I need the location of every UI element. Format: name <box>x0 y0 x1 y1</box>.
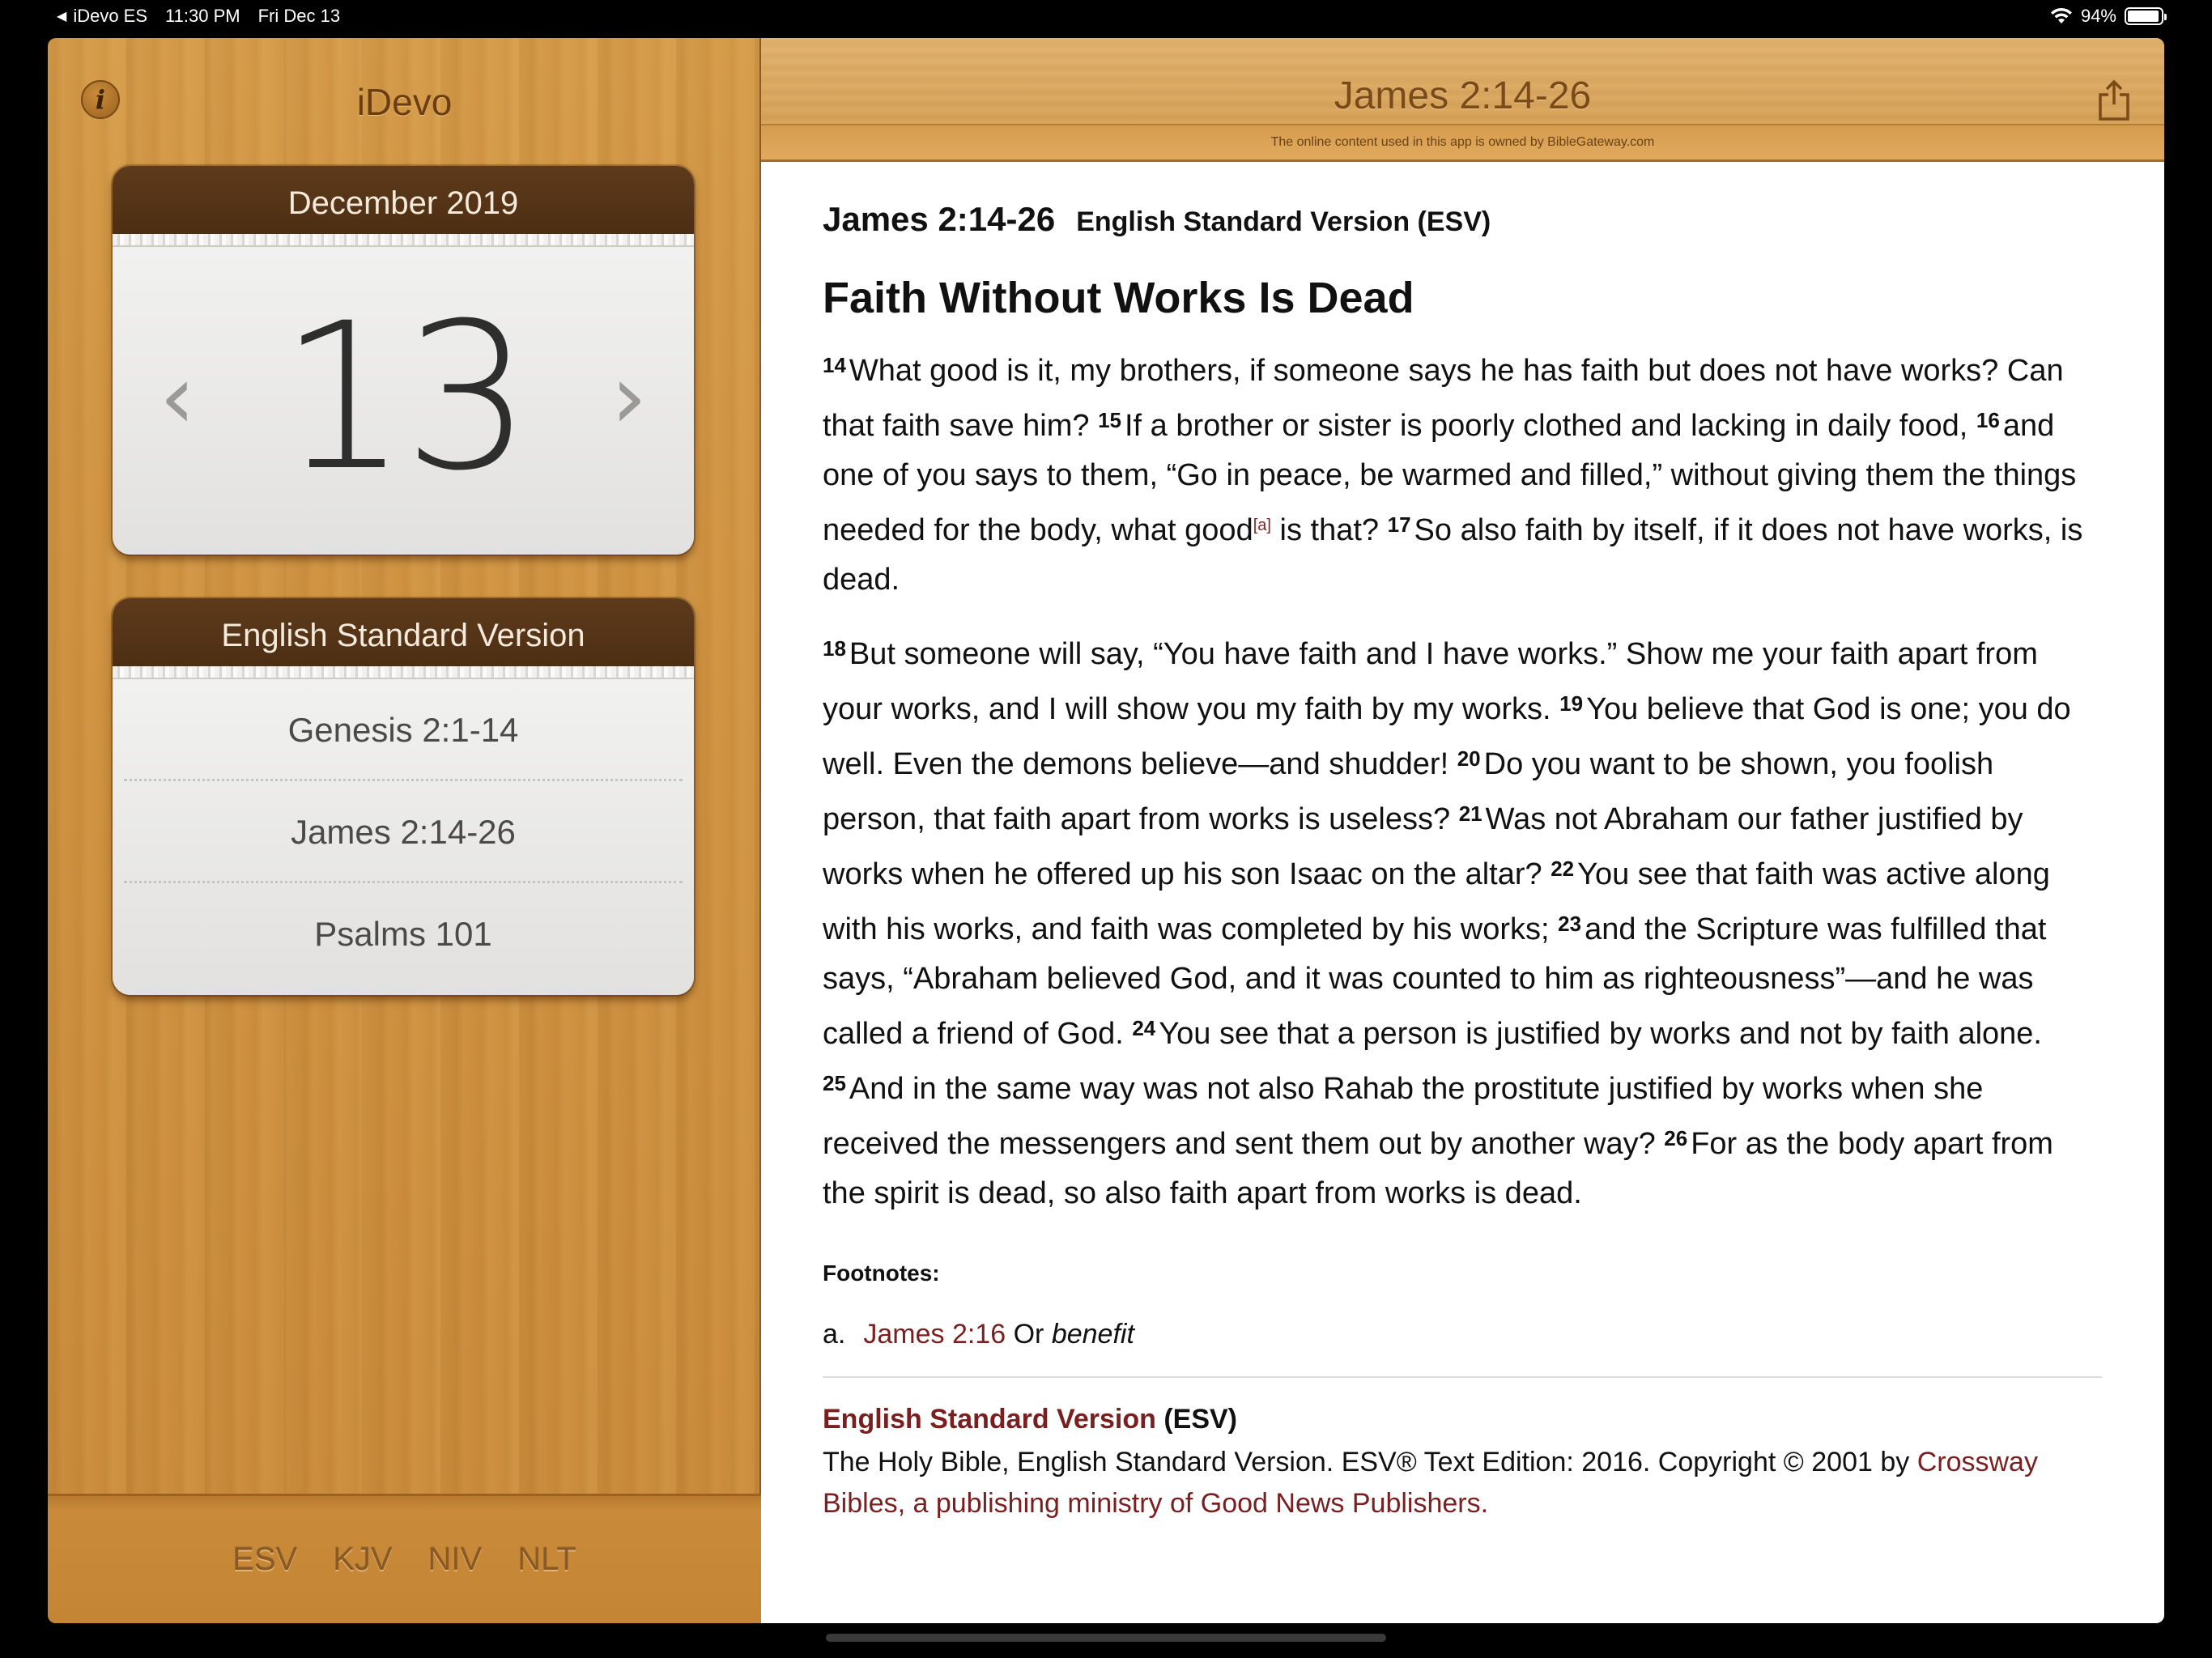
calendar-card: December 2019 ‹ 13 › <box>113 166 694 555</box>
verse-number: 14 <box>823 353 846 377</box>
verse-number: 26 <box>1664 1126 1688 1150</box>
sidebar: i iDevo December 2019 ‹ 13 › English Sta… <box>48 38 761 1623</box>
verse-number: 22 <box>1551 857 1575 881</box>
divider <box>823 1376 2102 1378</box>
verse-number: 21 <box>1458 801 1482 826</box>
nav-bar: James 2:14-26 The online content used in… <box>761 38 2164 162</box>
footnote-ref-link[interactable]: [a] <box>1253 517 1271 534</box>
reading-item-james[interactable]: James 2:14-26 <box>124 781 683 883</box>
version-bar: ESV KJV NIV NLT <box>48 1494 761 1623</box>
footnote-italic-text: benefit <box>1051 1319 1134 1350</box>
footnote-item: a. James 2:16 Or benefit <box>823 1319 2102 1350</box>
paragraph: 14 What good is it, my brothers, if someo… <box>823 341 2102 605</box>
back-app-link[interactable]: iDevo ES <box>73 6 147 28</box>
next-day-chevron-icon[interactable]: › <box>601 352 657 441</box>
footnote-text: Or <box>1013 1319 1044 1350</box>
status-date: Fri Dec 13 <box>257 6 341 26</box>
nav-title: James 2:14-26 <box>1334 74 1592 117</box>
verse-text: If a brother or sister is poorly clothed… <box>1125 409 1968 443</box>
footnotes-label: Footnotes: <box>823 1261 940 1286</box>
app-window: i iDevo December 2019 ‹ 13 › English Sta… <box>48 38 2164 1623</box>
passage-reference: James 2:14-26 <box>823 200 1056 238</box>
version-nlt-button[interactable]: NLT <box>517 1541 576 1578</box>
readings-card: English Standard Version Genesis 2:1-14 … <box>113 598 694 995</box>
copyright-title: English Standard Version (ESV) <box>823 1404 2102 1435</box>
passage-version: English Standard Version (ESV) <box>1076 206 1491 237</box>
footnote-verse-link[interactable]: James 2:16 <box>863 1319 1006 1350</box>
version-abbr: (ESV) <box>1163 1404 1238 1435</box>
passage-content: James 2:14-26 English Standard Version (… <box>823 200 2102 1524</box>
reading-item-genesis[interactable]: Genesis 2:1-14 <box>124 679 683 781</box>
version-link[interactable]: English Standard Version <box>823 1404 1156 1435</box>
verse-number: 17 <box>1387 512 1411 537</box>
verse-number: 23 <box>1558 912 1582 936</box>
copyright-text: The Holy Bible, English Standard Version… <box>823 1442 2102 1524</box>
verse-text: is that? <box>1279 513 1380 547</box>
readings-version-header: English Standard Version <box>113 598 694 679</box>
verse-number: 18 <box>823 636 846 661</box>
verse-text: You see that a person is justified by wo… <box>1159 1017 2042 1051</box>
verse-number: 24 <box>1132 1016 1156 1040</box>
battery-percent: 94% <box>2080 6 2116 26</box>
verse-number: 19 <box>1559 691 1584 716</box>
app-title: iDevo <box>356 81 453 123</box>
reading-item-psalms[interactable]: Psalms 101 <box>124 883 683 985</box>
verse-number: 20 <box>1457 746 1481 771</box>
verse-number: 15 <box>1098 408 1121 432</box>
calendar-month: December 2019 <box>113 166 694 247</box>
paragraph: 18 But someone will say, “You have faith … <box>823 624 2102 1218</box>
battery-icon <box>2125 7 2167 25</box>
status-time: 11:30 PM <box>165 6 240 26</box>
version-kjv-button[interactable]: KJV <box>333 1541 392 1578</box>
verse-number: 25 <box>823 1071 846 1095</box>
main-panel: James 2:14-26 The online content used in… <box>761 38 2164 1623</box>
back-arrow-icon[interactable]: ◀ <box>57 6 66 28</box>
content-attribution: The online content used in this app is o… <box>1270 135 1655 149</box>
wifi-icon <box>2050 7 2072 23</box>
section-heading: Faith Without Works Is Dead <box>823 274 1414 322</box>
footnote-marker: a. <box>823 1319 846 1350</box>
home-indicator[interactable] <box>826 1634 1386 1642</box>
version-niv-button[interactable]: NIV <box>428 1541 483 1578</box>
share-icon[interactable] <box>2096 79 2132 122</box>
copyright-body: The Holy Bible, English Standard Version… <box>823 1447 1910 1477</box>
version-esv-button[interactable]: ESV <box>232 1541 297 1578</box>
verse-number: 16 <box>1976 408 2000 432</box>
status-bar: ◀ iDevo ES 11:30 PM Fri Dec 13 94% <box>0 0 2212 36</box>
